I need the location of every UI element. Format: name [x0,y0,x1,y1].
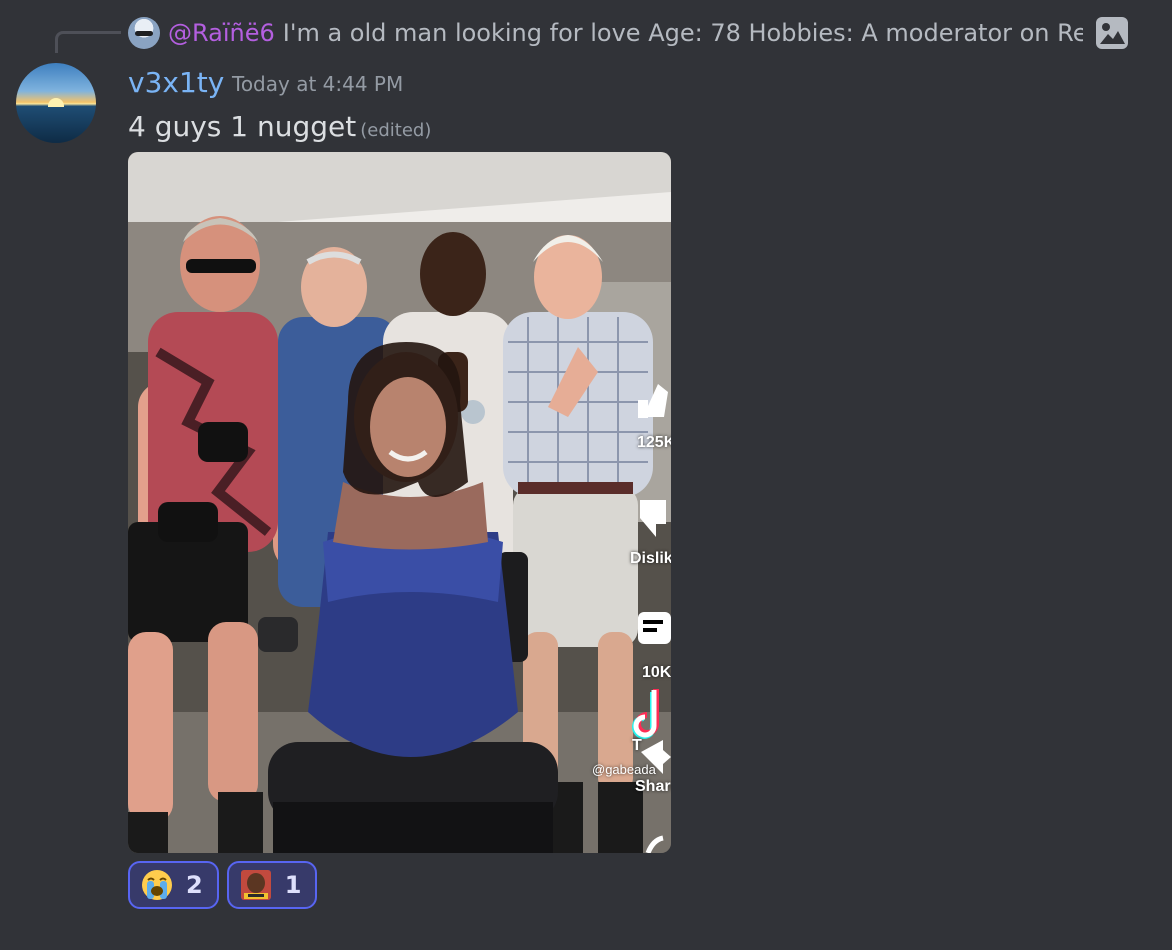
reaction-loudly-crying[interactable]: 2 [128,861,219,909]
edited-label: (edited) [360,120,432,141]
tiktok-username: @gabeada [592,762,656,777]
attachment-photo [128,152,671,853]
reply-author-name[interactable]: @Raïñë6 [168,19,275,47]
reply-spine [55,31,121,53]
tiktok-dislike-label: Dislike [630,550,671,567]
reaction-count: 2 [186,871,203,899]
reaction-custom-meme[interactable]: 1 [226,861,318,909]
reaction-count: 1 [284,871,302,899]
image-attachment[interactable]: 125K Dislike 10K T @gabeada Share [128,152,671,853]
avatar[interactable] [16,63,96,143]
timestamp: Today at 4:44 PM [232,72,404,96]
loudly-crying-face-icon [140,868,174,902]
chat-message: @Raïñë6 I'm a old man looking for love A… [0,0,1172,950]
username[interactable]: v3x1ty [128,66,224,99]
tiktok-comment-count: 10K [642,664,671,681]
tiktok-share-label: Share [635,778,671,795]
reply-author-avatar[interactable] [128,17,160,49]
reactions-bar: 2 1 [128,861,318,909]
custom-meme-emoji-icon [239,868,273,902]
tiktok-mark: T [632,737,642,754]
reply-text[interactable]: I'm a old man looking for love Age: 78 H… [283,19,1083,47]
message-content: 4 guys 1 nugget (edited) [128,110,431,143]
image-icon [1095,16,1129,50]
tiktok-like-count: 125K [637,434,671,451]
reply-preview[interactable]: @Raïñë6 I'm a old man looking for love A… [128,14,1138,52]
message-text: 4 guys 1 nugget [128,110,357,143]
